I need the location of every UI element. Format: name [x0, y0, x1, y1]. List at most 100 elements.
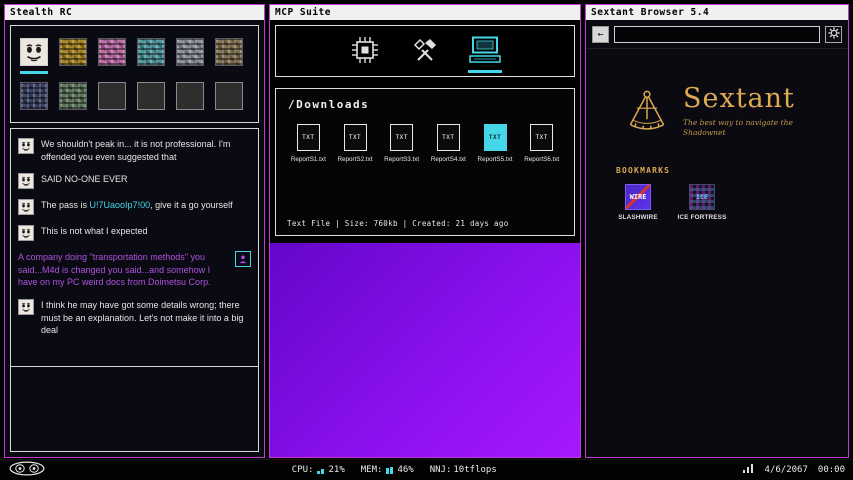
mem-bars-icon — [386, 466, 393, 474]
sextant-wordmark: Sextant The best way to navigate the Sha… — [683, 85, 811, 138]
tools-tool-button[interactable] — [404, 28, 446, 74]
taskbar: CPU: 21% MEM: 46% NNJ: 10tflops — [0, 459, 853, 480]
txt-file-icon: TXT — [344, 124, 367, 151]
avatar-empty-slot — [176, 82, 204, 110]
user-mask-avatar-icon — [18, 138, 34, 154]
message-text: We shouldn't peak in... it is not profes… — [41, 138, 251, 163]
txt-file-icon: TXT — [297, 124, 320, 151]
message-text: A company doing "transportation methods"… — [18, 251, 228, 289]
browser-title: Sextant Browser 5.4 — [591, 7, 709, 18]
avatar-contact[interactable] — [98, 38, 126, 66]
user-mask-avatar-icon — [18, 173, 34, 189]
avatar-empty-slot — [215, 82, 243, 110]
avatar-contact[interactable] — [176, 38, 204, 66]
downloads-path: /Downloads — [288, 98, 562, 111]
sextant-icon — [623, 86, 671, 138]
chat-panel: We shouldn't peak in... it is not profes… — [10, 128, 259, 452]
settings-button[interactable] — [825, 26, 842, 43]
sextant-logo-block: Sextant The best way to navigate the Sha… — [586, 85, 848, 138]
file-item[interactable]: TXT ReportS2.txt — [335, 124, 376, 163]
computer-icon — [468, 36, 502, 67]
url-input[interactable] — [614, 26, 820, 43]
mcp-toolbar — [275, 25, 575, 77]
avatar-contact[interactable] — [59, 38, 87, 66]
chat-message: We shouldn't peak in... it is not profes… — [18, 138, 251, 163]
file-status-bar: Text File | Size: 760kb | Created: 21 da… — [287, 219, 509, 228]
chat-message: I think he may have got some details wro… — [18, 299, 251, 337]
remote-user-avatar-icon — [235, 251, 251, 267]
ice-fortress-icon: ICE — [689, 184, 715, 210]
chip-tool-button[interactable] — [344, 28, 386, 74]
avatar-contact[interactable] — [215, 38, 243, 66]
gear-icon — [828, 27, 840, 42]
mcp-title: MCP Suite — [275, 7, 331, 18]
txt-file-icon: TXT — [437, 124, 460, 151]
chat-message-list: We shouldn't peak in... it is not profes… — [11, 129, 258, 367]
file-item-selected[interactable]: TXT ReportS5.txt — [475, 124, 516, 163]
file-name: ReportS4.txt — [431, 156, 466, 163]
window-stealth-rc: Stealth RC — [4, 4, 265, 458]
avatar-contact[interactable] — [137, 38, 165, 66]
desktop: Stealth RC — [0, 0, 853, 480]
avatar-self[interactable] — [20, 38, 48, 66]
chat-message-remote: A company doing "transportation methods"… — [18, 251, 251, 289]
file-name: ReportS5.txt — [478, 156, 513, 163]
window-mcp-suite: MCP Suite — [269, 4, 581, 458]
chat-input-area[interactable] — [11, 367, 258, 451]
browser-page: Sextant The best way to navigate the Sha… — [586, 48, 848, 457]
mcp-titlebar[interactable]: MCP Suite — [270, 5, 580, 20]
back-button[interactable]: ← — [592, 26, 609, 43]
browser-titlebar[interactable]: Sextant Browser 5.4 — [586, 5, 848, 20]
avatar-row-2 — [20, 82, 249, 110]
message-text: I think he may have got some details wro… — [41, 299, 251, 337]
back-arrow-icon: ← — [597, 30, 603, 40]
txt-file-icon: TXT — [390, 124, 413, 151]
message-text-prefix: The pass is — [41, 200, 90, 210]
cpu-stat: CPU: 21% — [292, 465, 345, 475]
bookmark-slashwire[interactable]: WIRE SLASHWIRE — [614, 184, 662, 221]
mcp-desktop-area — [270, 243, 580, 457]
cpu-label: CPU: — [292, 465, 314, 475]
message-text: The pass is U!7UaooIp7!00, give it a go … — [41, 199, 233, 212]
avatar-contact[interactable] — [59, 82, 87, 110]
file-name: ReportS6.txt — [524, 156, 559, 163]
slashwire-icon: WIRE — [625, 184, 651, 210]
avatar-row-1 — [20, 38, 249, 66]
file-item[interactable]: TXT ReportS3.txt — [381, 124, 422, 163]
file-item[interactable]: TXT ReportS1.txt — [288, 124, 329, 163]
browser-toolbar: ← — [586, 20, 848, 48]
mem-label: MEM: — [361, 465, 383, 475]
avatar-contact[interactable] — [20, 82, 48, 110]
bookmarks-label: BOOKMARKS — [616, 166, 848, 175]
stealth-rc-title: Stealth RC — [10, 7, 72, 18]
cpu-bars-icon — [317, 466, 324, 474]
nnj-label: NNJ: — [430, 465, 452, 475]
browser-tagline: The best way to navigate the Shadownet — [683, 118, 811, 138]
bookmarks-row: WIRE SLASHWIRE ICE ICE FORTRESS — [614, 184, 848, 221]
message-text: SAID NO-ONE EVER — [41, 173, 128, 186]
mem-value: 46% — [397, 465, 413, 475]
file-name: ReportS3.txt — [384, 156, 419, 163]
signal-icon — [743, 464, 755, 476]
os-menu-button[interactable] — [8, 461, 46, 479]
message-text: This is not what I expected — [41, 225, 148, 238]
file-item[interactable]: TXT ReportS6.txt — [521, 124, 562, 163]
stealth-rc-titlebar[interactable]: Stealth RC — [5, 5, 264, 20]
avatar-empty-slot — [98, 82, 126, 110]
bookmark-ice-fortress[interactable]: ICE ICE FORTRESS — [678, 184, 726, 221]
password-text: U!7UaooIp7!00 — [90, 200, 151, 210]
chip-icon — [351, 36, 379, 67]
bookmark-name: ICE FORTRESS — [678, 214, 727, 221]
chat-message: The pass is U!7UaooIp7!00, give it a go … — [18, 199, 251, 215]
mem-stat: MEM: 46% — [361, 465, 414, 475]
file-grid: TXT ReportS1.txt TXT ReportS2.txt TXT Re… — [288, 124, 562, 163]
cpu-value: 21% — [328, 465, 344, 475]
contact-avatar-grid — [10, 25, 259, 123]
txt-file-icon: TXT — [484, 124, 507, 151]
message-text-suffix: , give it a go yourself — [150, 200, 233, 210]
computer-tool-button[interactable] — [464, 28, 506, 74]
user-mask-avatar-icon — [18, 225, 34, 241]
file-item[interactable]: TXT ReportS4.txt — [428, 124, 469, 163]
hammer-tools-icon — [411, 36, 439, 67]
file-name: ReportS2.txt — [338, 156, 373, 163]
